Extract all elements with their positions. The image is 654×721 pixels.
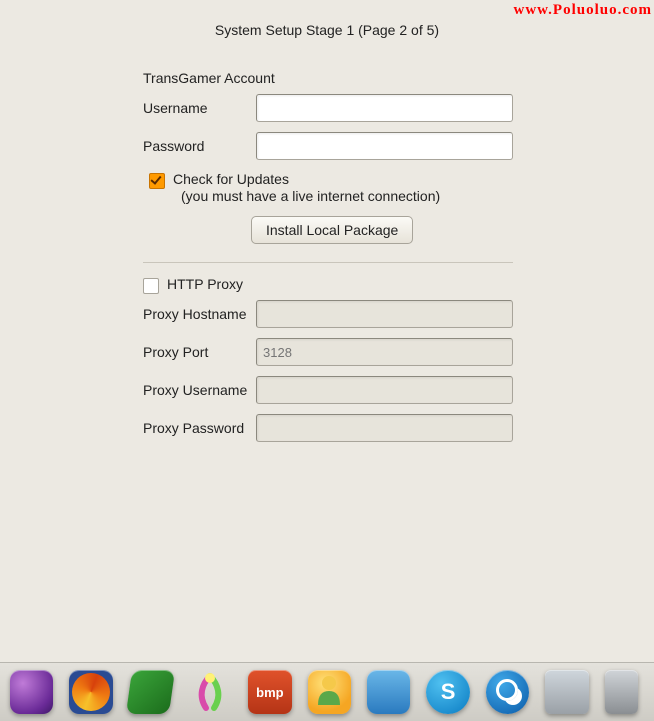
proxy-hostname-input[interactable] [256,300,513,328]
updates-check-row: Check for Updates (you must have a live … [149,170,513,204]
updates-sublabel: (you must have a live internet connectio… [181,188,440,204]
drive-icon[interactable] [605,670,639,714]
username-label: Username [143,100,256,116]
proxy-checkbox[interactable] [143,278,159,294]
dock-inner: bmp S [0,663,654,721]
checkmark-icon [149,173,165,189]
password-row: Password [143,132,513,160]
yy-icon[interactable] [188,670,232,714]
skype-icon[interactable]: S [426,670,469,714]
bmp-icon[interactable]: bmp [248,670,291,714]
search-icon[interactable] [486,670,529,714]
proxy-port-row: Proxy Port [143,338,513,366]
proxy-password-label: Proxy Password [143,420,256,436]
proxy-port-input[interactable] [256,338,513,366]
dock: bmp S [0,662,654,721]
proxy-check-row: HTTP Proxy [143,275,513,294]
page-title: System Setup Stage 1 (Page 2 of 5) [0,22,654,38]
proxy-username-input[interactable] [256,376,513,404]
setup-form: TransGamer Account Username Password Che… [143,70,513,452]
password-input[interactable] [256,132,513,160]
checkbox-empty-icon [143,278,159,294]
itunes-icon[interactable] [10,670,53,714]
proxy-port-label: Proxy Port [143,344,256,360]
updates-label: Check for Updates [173,170,440,188]
proxy-hostname-label: Proxy Hostname [143,306,256,322]
skype-label: S [441,679,456,705]
install-package-button[interactable]: Install Local Package [251,216,413,244]
username-row: Username [143,94,513,122]
proxy-username-row: Proxy Username [143,376,513,404]
proxy-hostname-row: Proxy Hostname [143,300,513,328]
divider [143,262,513,263]
updates-checkbox[interactable] [149,173,165,189]
messenger-icon[interactable] [308,670,351,714]
bmp-label: bmp [256,685,283,700]
watermark-text: www.Poluoluo.com [513,2,652,19]
proxy-password-row: Proxy Password [143,414,513,442]
finder-icon[interactable] [545,670,588,714]
proxy-username-label: Proxy Username [143,382,256,398]
pictures-icon[interactable] [367,670,410,714]
password-label: Password [143,138,256,154]
book-icon[interactable] [126,670,176,714]
username-input[interactable] [256,94,513,122]
proxy-password-input[interactable] [256,414,513,442]
firefox-icon[interactable] [69,670,112,714]
account-heading: TransGamer Account [143,70,513,86]
proxy-checkbox-label: HTTP Proxy [167,275,243,293]
